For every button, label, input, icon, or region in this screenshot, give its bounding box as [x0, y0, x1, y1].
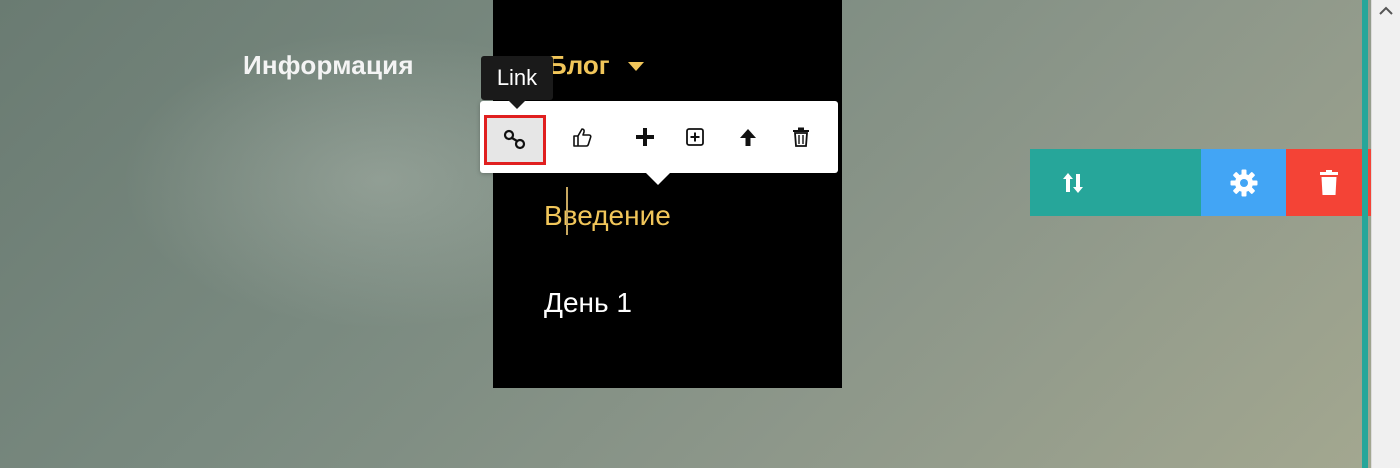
chevron-up-icon — [1379, 6, 1393, 15]
toolbar-pointer — [645, 172, 671, 185]
link-button[interactable] — [484, 115, 546, 165]
submenu-item-intro[interactable]: Введение — [544, 200, 671, 232]
link-icon — [503, 129, 526, 150]
chevron-down-icon[interactable] — [628, 62, 644, 71]
move-up-button[interactable] — [726, 115, 770, 159]
block-action-bar — [1030, 149, 1372, 216]
trash-icon — [793, 127, 809, 147]
arrow-up-icon — [740, 129, 756, 146]
add-square-icon — [686, 128, 704, 146]
add-button[interactable] — [623, 115, 667, 159]
vertical-scrollbar[interactable] — [1371, 0, 1400, 468]
delete-button[interactable] — [779, 115, 823, 159]
gear-icon — [1230, 169, 1257, 196]
trash-icon — [1320, 169, 1338, 195]
scroll-up-button[interactable] — [1372, 0, 1400, 22]
tooltip-pointer — [508, 100, 526, 109]
submenu-item-day1[interactable]: День 1 — [544, 287, 632, 319]
link-tooltip: Link — [481, 56, 553, 100]
nav-item-info[interactable]: Информация — [243, 50, 414, 81]
inline-edit-toolbar — [480, 101, 838, 173]
plus-icon — [636, 128, 654, 146]
selected-block-edge — [1362, 0, 1368, 468]
block-delete-button[interactable] — [1286, 149, 1372, 216]
block-settings-button[interactable] — [1201, 149, 1286, 216]
move-up-down-icon — [1063, 172, 1083, 193]
thumbs-up-icon — [573, 128, 592, 147]
text-cursor — [566, 187, 568, 235]
add-block-button[interactable] — [673, 115, 717, 159]
nav-item-blog[interactable]: Блог — [548, 50, 610, 81]
move-block-button[interactable] — [1030, 149, 1201, 216]
like-button[interactable] — [560, 115, 604, 159]
